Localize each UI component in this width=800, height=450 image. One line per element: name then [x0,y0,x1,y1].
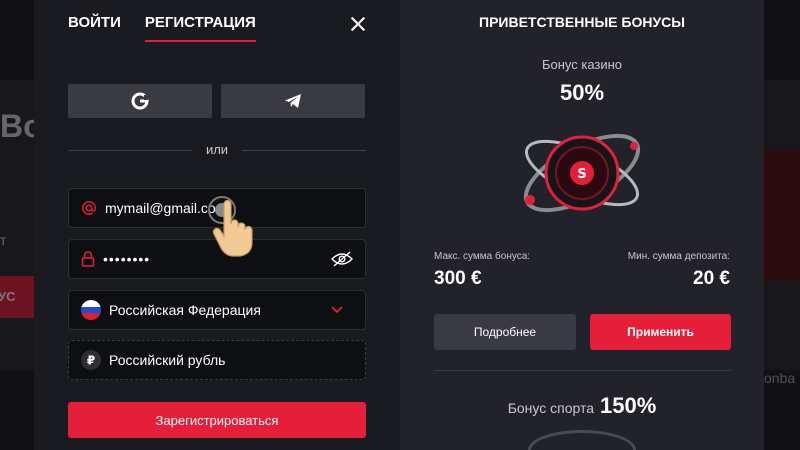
country-select[interactable]: Российская Федерация [68,290,366,330]
pointer-hand-icon [212,199,256,265]
russia-flag-icon [81,300,101,320]
bonuses-title: Приветственные бонусы [479,14,685,30]
password-input[interactable]: •••••••• [103,251,150,267]
min-deposit-label: Мин. сумма депозита: [627,251,730,262]
sport-bonus-header: Бонус спорта 150% [400,393,764,419]
bonuses-panel: Приветственные бонусы Бонус казино 50% S… [400,0,764,450]
more-details-button[interactable]: Подробнее [434,314,576,350]
currency-select-value: Российский рубль [109,352,226,368]
max-bonus-value: 300 € [434,268,482,289]
auth-tabs: Войти Регистрация [68,14,256,42]
or-divider: или [68,142,366,158]
telegram-icon [284,93,302,109]
casino-bonus-label: Бонус казино [541,57,623,72]
register-button[interactable]: Зарегистрироваться [68,402,366,438]
apply-bonus-button[interactable]: Применить [590,314,731,350]
at-icon [81,200,97,216]
google-login-button[interactable] [68,84,212,118]
svg-text:₽: ₽ [87,354,95,368]
chevron-down-icon[interactable] [331,306,343,314]
bonus-divider [434,370,731,371]
sport-bonus-image [528,430,636,450]
close-icon[interactable] [350,16,366,32]
google-icon [131,92,149,110]
ruble-icon: ₽ [81,350,101,370]
currency-select[interactable]: ₽ Российский рубль [68,340,366,380]
divider-line-right [242,150,366,151]
sport-bonus-percent: 150% [600,393,657,418]
tab-login[interactable]: Войти [68,14,121,42]
tab-register[interactable]: Регистрация [144,14,256,42]
telegram-login-button[interactable] [221,84,365,118]
sport-bonus-label: Бонус спорта [507,400,595,416]
casino-bonus-image: S [512,118,652,228]
lock-icon [81,251,95,267]
svg-text:S: S [577,167,586,182]
casino-bonus-percent: 50% [559,80,605,105]
min-deposit-value: 20 € [693,268,730,289]
max-bonus-label: Макс. сумма бонуса: [434,251,531,262]
eye-off-icon[interactable] [331,251,353,267]
country-select-value: Российская Федерация [109,302,261,318]
